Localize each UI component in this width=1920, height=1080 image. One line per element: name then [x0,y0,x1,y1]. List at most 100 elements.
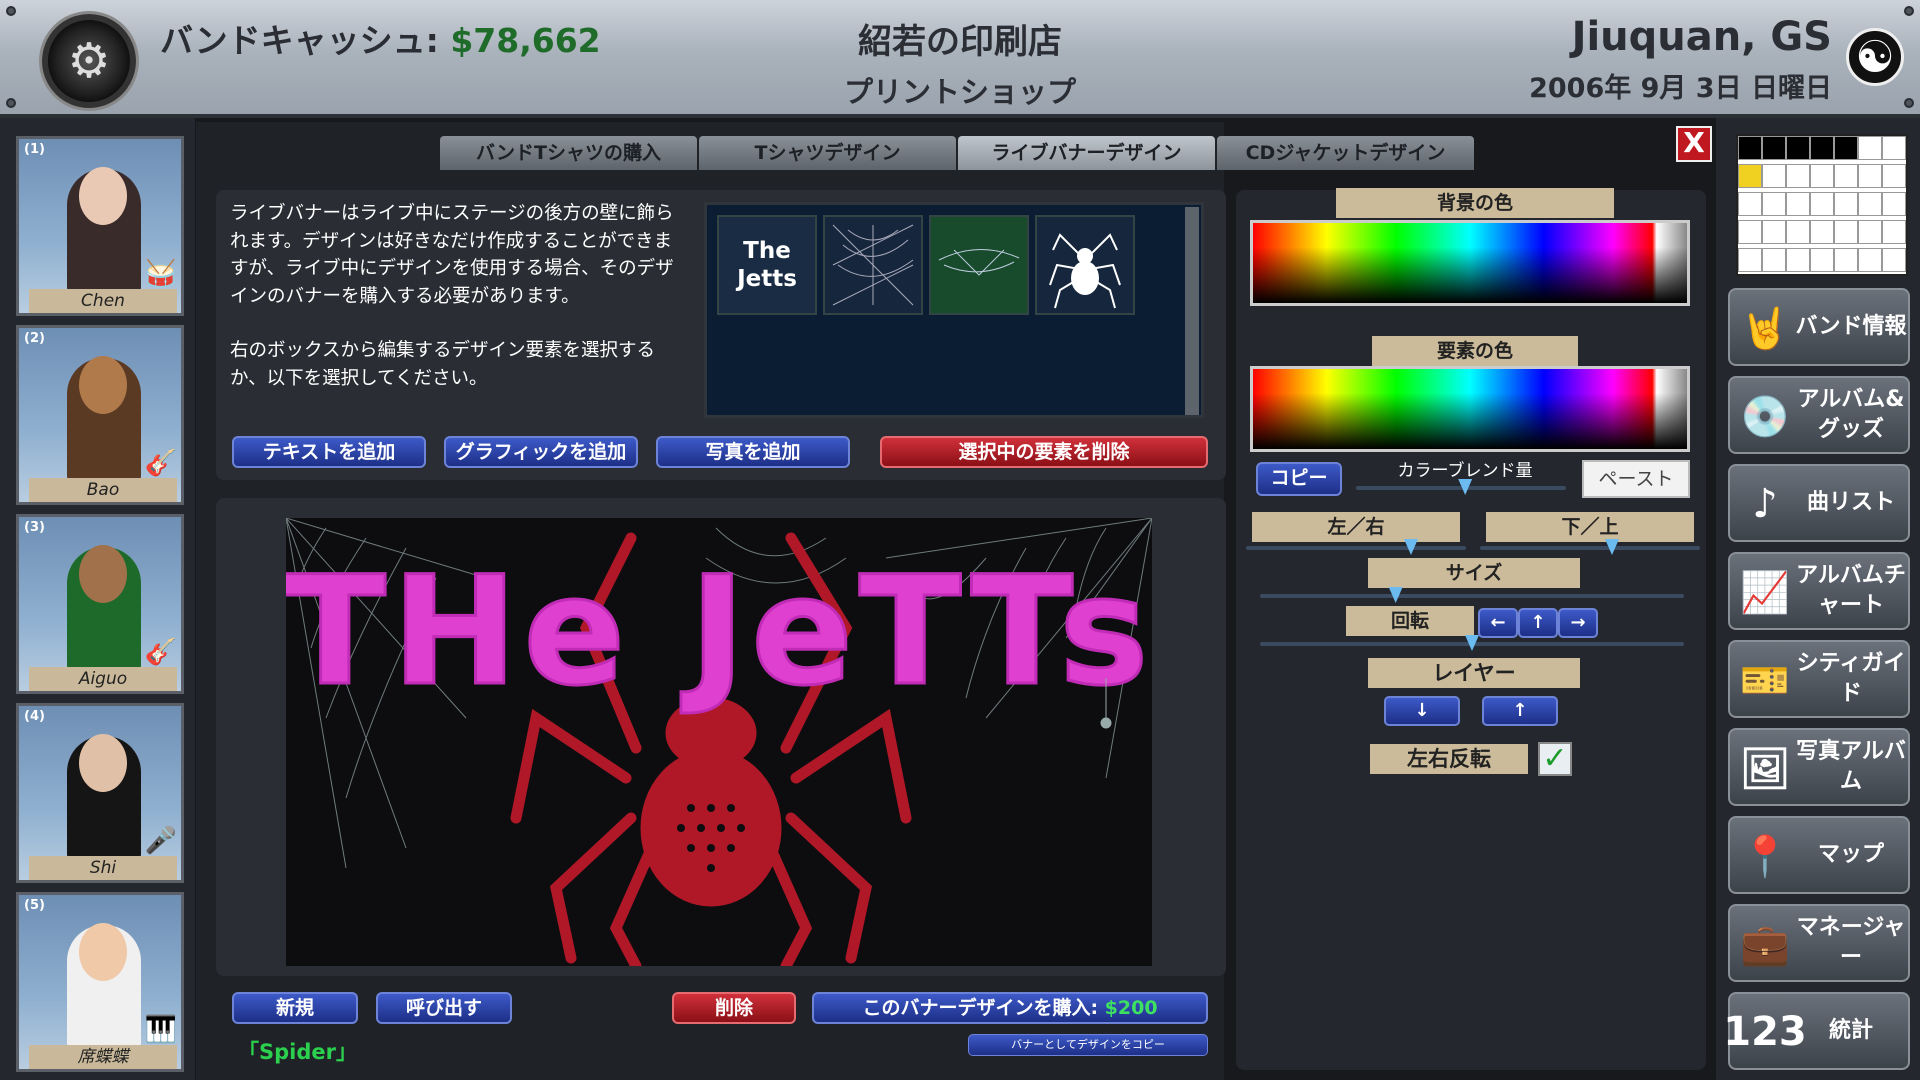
element-color-picker[interactable] [1250,366,1690,452]
member-number: (3) [24,520,45,535]
flip-checkbox[interactable]: ✓ [1538,742,1572,776]
new-design-button[interactable]: 新規 [232,992,358,1024]
calendar-day[interactable] [1810,136,1834,160]
calendar-day[interactable] [1834,192,1858,216]
rotate-reset-button[interactable]: ↑ [1518,608,1558,638]
banner-artwork: THe JeTTs [282,517,1153,972]
calendar-day[interactable] [1858,164,1882,188]
calendar-day[interactable] [1882,192,1906,216]
calendar-day[interactable] [1762,164,1786,188]
calendar-day[interactable] [1762,136,1786,160]
load-design-button[interactable]: 呼び出す [376,992,512,1024]
rotate-left-button[interactable]: ← [1478,608,1518,638]
band-member-card[interactable]: (2) 🎸 Bao [16,325,184,505]
calendar-day[interactable] [1858,248,1882,272]
tab-bar: バンドTシャツの購入 Tシャツデザイン ライブバナーデザイン CDジャケットデザ… [440,136,1476,172]
element-thumb-web2[interactable] [929,215,1029,315]
calendar-day[interactable] [1786,192,1810,216]
element-color-label: 要素の色 [1372,336,1578,366]
rotate-slider[interactable] [1260,635,1684,651]
band-member-card[interactable]: (3) 🎸 Aiguo [16,514,184,694]
calendar-day[interactable] [1786,248,1810,272]
calendar-day[interactable] [1810,220,1834,244]
layer-down-button[interactable]: ↓ [1384,696,1460,726]
rotate-right-button[interactable]: → [1558,608,1598,638]
design-name: 「Spider」 [238,1040,357,1064]
menu-item[interactable]: 📍 マップ [1728,816,1910,894]
calendar-day[interactable] [1762,248,1786,272]
calendar-day[interactable] [1882,164,1906,188]
buy-banner-button[interactable]: このバナーデザインを購入: $200 [812,992,1208,1024]
layer-up-button[interactable]: ↑ [1482,696,1558,726]
game-logo[interactable]: ⚙ [42,14,136,108]
band-member-card[interactable]: (5) 🎹 席蝶蝶 [16,892,184,1072]
delete-element-button[interactable]: 選択中の要素を削除 [880,436,1208,468]
calendar-day[interactable] [1834,220,1858,244]
left-right-slider[interactable] [1246,539,1466,555]
calendar-day[interactable] [1786,164,1810,188]
band-member-card[interactable]: (4) 🎤 Shi [16,703,184,883]
yin-yang-icon[interactable]: ☯ [1846,28,1904,86]
calendar-day[interactable] [1786,136,1810,160]
calendar-day[interactable] [1738,248,1762,272]
menu-item[interactable]: 🤘 バンド情報 [1728,288,1910,366]
calendar-day[interactable] [1738,192,1762,216]
delete-design-button[interactable]: 削除 [672,992,796,1024]
calendar-day[interactable] [1810,192,1834,216]
menu-icon: 🖼 [1739,745,1791,792]
menu-item[interactable]: 💿 アルバム&グッズ [1728,376,1910,454]
banner-title-text: THe JeTTs [286,545,1152,719]
close-button[interactable]: X [1676,126,1712,162]
menu-item[interactable]: ♪ 曲リスト [1728,464,1910,542]
blend-slider[interactable] [1356,479,1566,495]
calendar-day[interactable] [1738,164,1762,188]
calendar-day[interactable] [1858,136,1882,160]
calendar-day[interactable] [1738,136,1762,160]
element-thumb-text[interactable]: The Jetts [717,215,817,315]
calendar-day[interactable] [1738,220,1762,244]
thumbnail-scrollbar[interactable] [1185,207,1199,415]
calendar-day[interactable] [1834,136,1858,160]
member-name: Shi [29,856,177,880]
bg-color-picker[interactable] [1250,220,1690,306]
menu-item[interactable]: 💼 マネージャー [1728,904,1910,982]
calendar-day[interactable] [1762,192,1786,216]
copy-as-banner-button[interactable]: バナーとしてデザインをコピー [968,1034,1208,1056]
tab-banner-design[interactable]: ライブバナーデザイン [958,136,1215,170]
calendar-day[interactable] [1882,220,1906,244]
menu-item[interactable]: 📈 アルバムチャート [1728,552,1910,630]
layer-label: レイヤー [1368,658,1580,688]
cash-label: バンドキャッシュ: [160,21,451,60]
calendar-day[interactable] [1882,248,1906,272]
cobweb-icon [938,249,1020,276]
calendar-day[interactable] [1858,220,1882,244]
down-up-slider[interactable] [1480,539,1700,555]
add-photo-button[interactable]: 写真を追加 [656,436,850,468]
size-slider[interactable] [1260,587,1684,603]
paste-color-button[interactable]: ペースト [1582,460,1690,498]
shop-name: 紹若の印刷店 [858,22,1062,62]
element-thumb-spider[interactable] [1035,215,1135,315]
calendar-day[interactable] [1810,248,1834,272]
calendar-widget[interactable] [1736,134,1908,276]
menu-item[interactable]: 123 統計 [1723,992,1910,1070]
banner-canvas[interactable]: THe JeTTs [282,517,1153,972]
calendar-day[interactable] [1810,164,1834,188]
calendar-day[interactable] [1858,192,1882,216]
calendar-day[interactable] [1786,220,1810,244]
calendar-day[interactable] [1762,220,1786,244]
band-member-card[interactable]: (1) 🥁 Chen [16,136,184,316]
element-thumb-web1[interactable] [823,215,923,315]
calendar-day[interactable] [1882,136,1906,160]
menu-item[interactable]: 🖼 写真アルバム [1728,728,1910,806]
tab-buy-tshirts[interactable]: バンドTシャツの購入 [440,136,697,170]
calendar-day[interactable] [1834,164,1858,188]
add-text-button[interactable]: テキストを追加 [232,436,426,468]
buy-label: このバナーデザインを購入: [862,997,1105,1019]
tab-cd-jacket-design[interactable]: CDジャケットデザイン [1217,136,1474,170]
copy-color-button[interactable]: コピー [1256,462,1342,496]
tab-tshirt-design[interactable]: Tシャツデザイン [699,136,956,170]
add-graphic-button[interactable]: グラフィックを追加 [444,436,638,468]
menu-item[interactable]: 🎫 シティガイド [1728,640,1910,718]
calendar-day[interactable] [1834,248,1858,272]
